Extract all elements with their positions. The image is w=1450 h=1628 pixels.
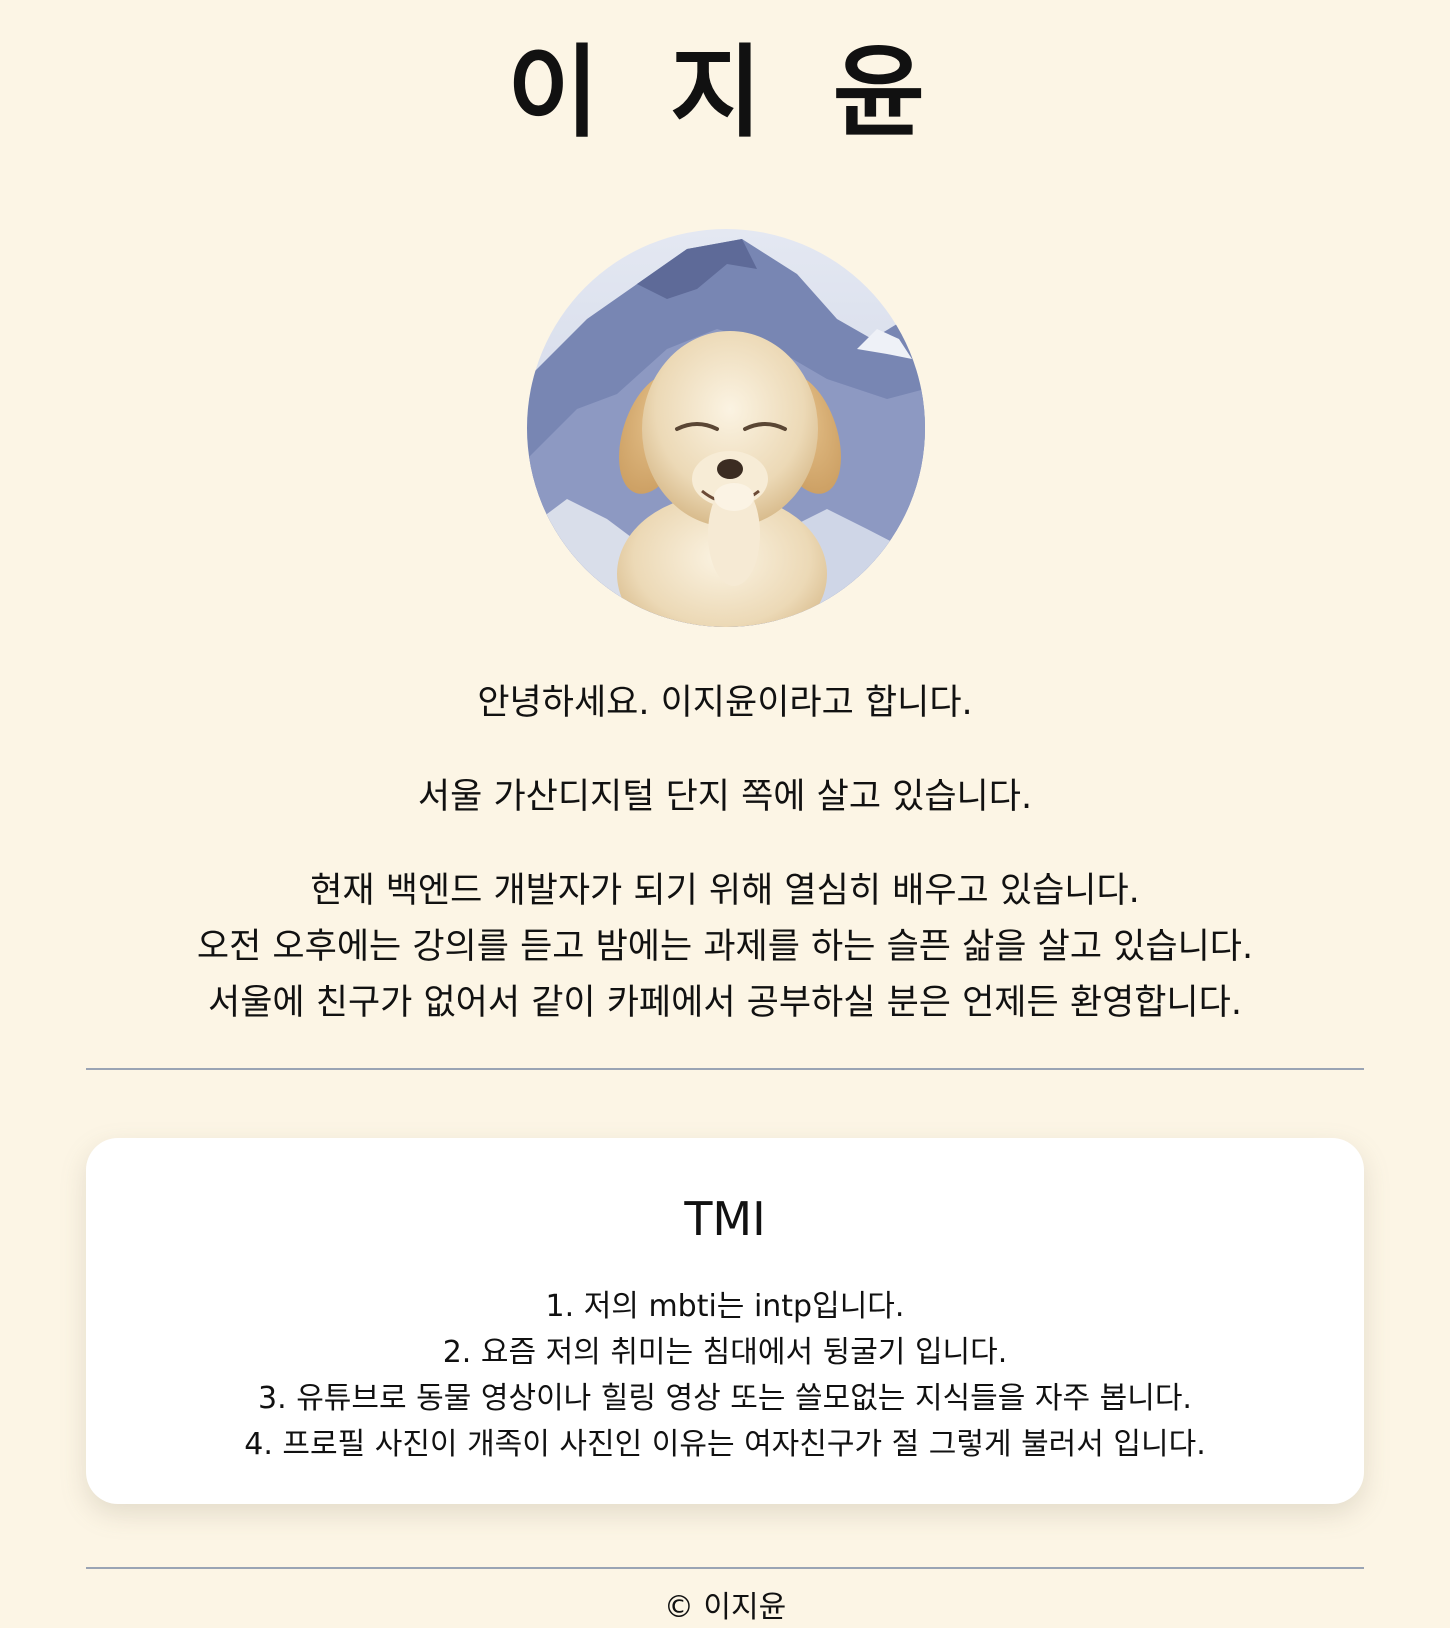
page-title: 이 지 윤 — [507, 34, 943, 151]
divider — [86, 1567, 1364, 1569]
tmi-item: 1. 저의 mbti는 intp입니다. — [545, 1289, 905, 1324]
tmi-item: 4. 프로필 사진이 개족이 사진인 이유는 여자친구가 절 그렇게 불러서 입… — [244, 1427, 1206, 1462]
tmi-list: 1. 저의 mbti는 intp입니다. 2. 요즘 저의 취미는 침대에서 뒹… — [86, 1284, 1364, 1468]
intro-section: 안녕하세요. 이지윤이라고 합니다. 서울 가산디지털 단지 쪽에 살고 있습니… — [0, 675, 1450, 1031]
tmi-title: TMI — [684, 1192, 766, 1246]
profile-page: 이 지 윤 안녕하세요. 이지윤이라고 합니다. 서울 가산디지털 단지 쪽에 … — [0, 0, 1450, 1628]
footer-copyright: © 이지윤 — [663, 1590, 787, 1625]
divider — [86, 1068, 1364, 1070]
tmi-item: 3. 유튜브로 동물 영상이나 힐링 영상 또는 쓸모없는 지식들을 자주 봅니… — [258, 1381, 1192, 1416]
tmi-card: TMI 1. 저의 mbti는 intp입니다. 2. 요즘 저의 취미는 침대… — [86, 1138, 1364, 1504]
intro-line-location: 서울 가산디지털 단지 쪽에 살고 있습니다. — [417, 777, 1033, 817]
intro-line: 오전 오후에는 강의를 듣고 밤에는 과제를 하는 슬픈 삶을 살고 있습니다. — [196, 927, 1254, 967]
intro-line-greeting: 안녕하세요. 이지윤이라고 합니다. — [477, 683, 973, 723]
tmi-item: 2. 요즘 저의 취미는 침대에서 뒹굴기 입니다. — [442, 1335, 1008, 1370]
intro-line: 현재 백엔드 개발자가 되기 위해 열심히 배우고 있습니다. — [310, 871, 1140, 911]
intro-line: 서울에 친구가 없어서 같이 카페에서 공부하실 분은 언제든 환영합니다. — [208, 983, 1242, 1023]
puppy-photo-icon — [527, 229, 925, 627]
intro-paragraph: 현재 백엔드 개발자가 되기 위해 열심히 배우고 있습니다. 오전 오후에는 … — [0, 863, 1450, 1031]
profile-avatar — [527, 229, 925, 627]
